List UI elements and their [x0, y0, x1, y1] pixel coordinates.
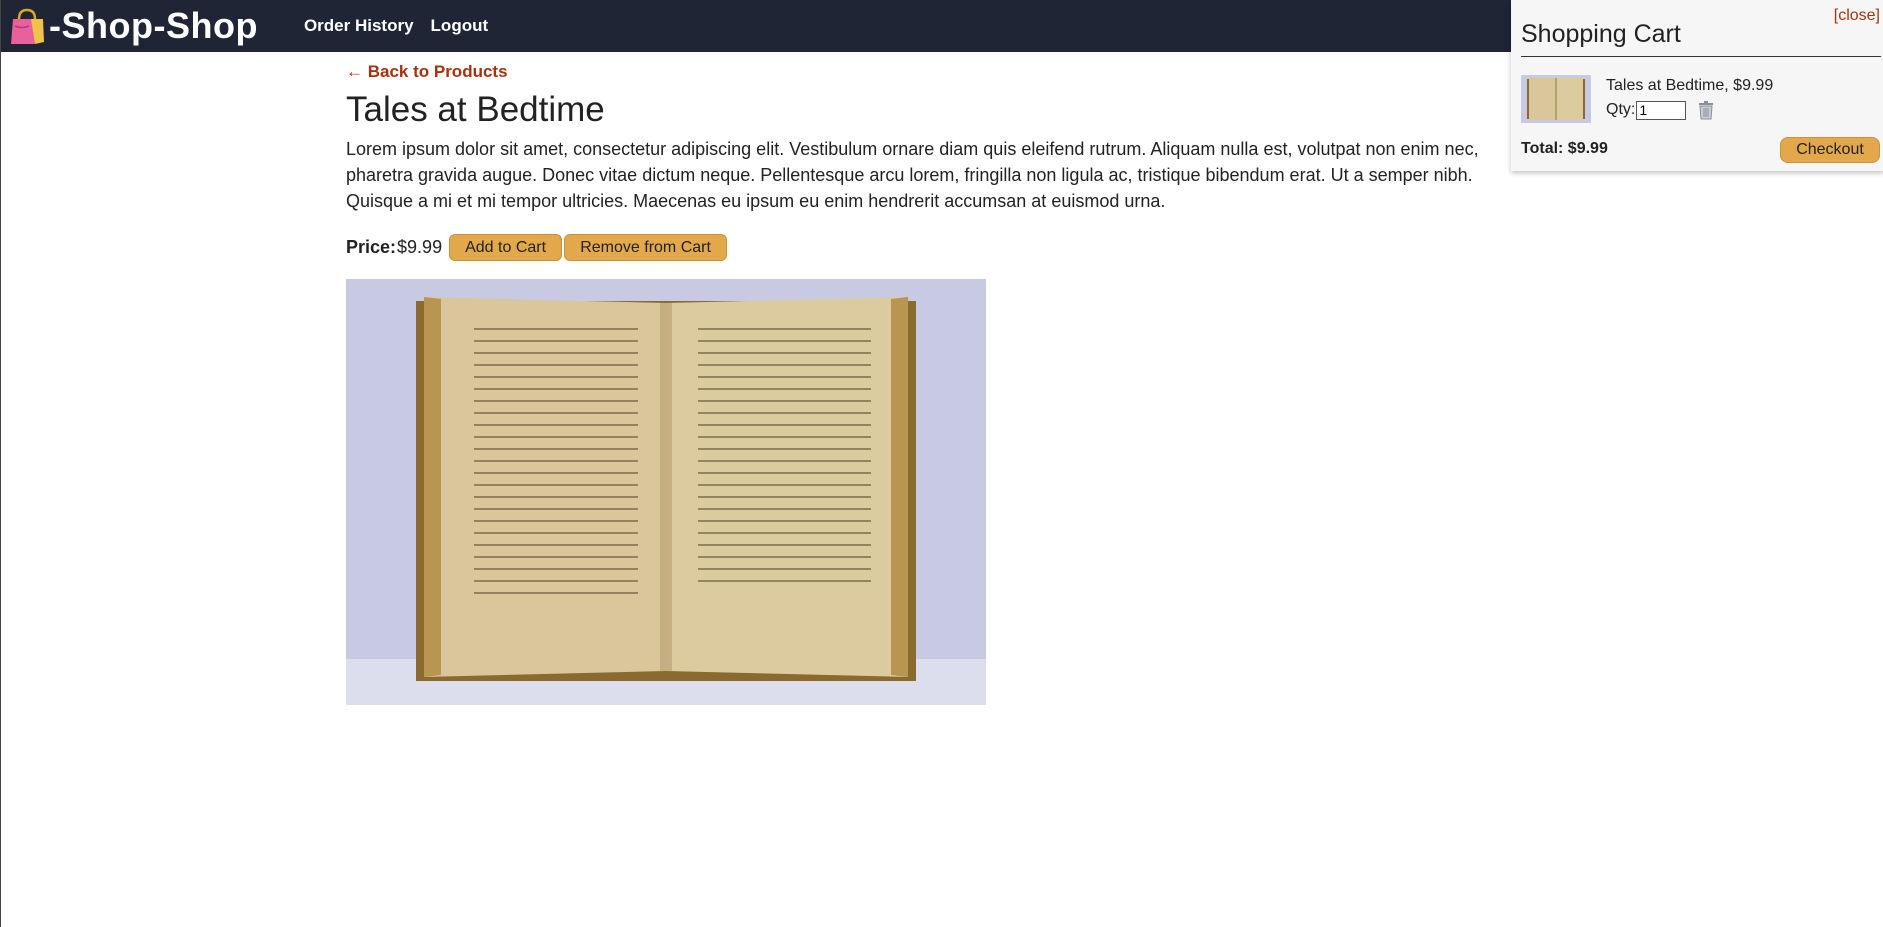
price-value: $9.99	[397, 237, 443, 257]
cart-close-link[interactable]: [close]	[1834, 7, 1880, 25]
product-image	[346, 279, 986, 705]
nav-logout[interactable]: Logout	[431, 16, 489, 36]
remove-from-cart-button[interactable]: Remove from Cart	[564, 234, 728, 261]
shopping-bag-icon	[11, 8, 44, 44]
qty-label: Qty:	[1606, 101, 1636, 118]
cart-item-qty-row: Qty:	[1606, 100, 1716, 120]
nav-order-history[interactable]: Order History	[304, 16, 414, 36]
price-row: Price: $9.99 Add to Cart Remove from Car…	[346, 234, 1536, 261]
cart-total: Total: $9.99	[1521, 140, 1608, 157]
cart-item-thumbnail	[1521, 75, 1591, 123]
brand-link[interactable]: -Shop-Shop	[7, 5, 258, 47]
back-to-products-link[interactable]: ← Back to Products	[346, 62, 508, 82]
cart-title: Shopping Cart	[1521, 20, 1681, 48]
brand-name: -Shop-Shop	[49, 5, 258, 46]
product-title: Tales at Bedtime	[346, 90, 605, 129]
trash-icon[interactable]	[1696, 100, 1716, 120]
main-nav: Order History Logout	[304, 16, 488, 36]
price-label: Price:	[346, 237, 397, 257]
cart-item-name: Tales at Bedtime, $9.99	[1606, 77, 1774, 94]
add-to-cart-button[interactable]: Add to Cart	[449, 234, 563, 261]
product-detail: ← Back to Products Tales at Bedtime Lore…	[346, 52, 1536, 705]
shopping-cart-panel: [close] Shopping Cart Tales at Bedtime, …	[1511, 0, 1883, 171]
qty-input[interactable]	[1636, 100, 1687, 120]
product-description: Lorem ipsum dolor sit amet, consectetur …	[346, 139, 1479, 211]
checkout-button[interactable]: Checkout	[1780, 137, 1880, 163]
cart-divider	[1521, 56, 1881, 57]
